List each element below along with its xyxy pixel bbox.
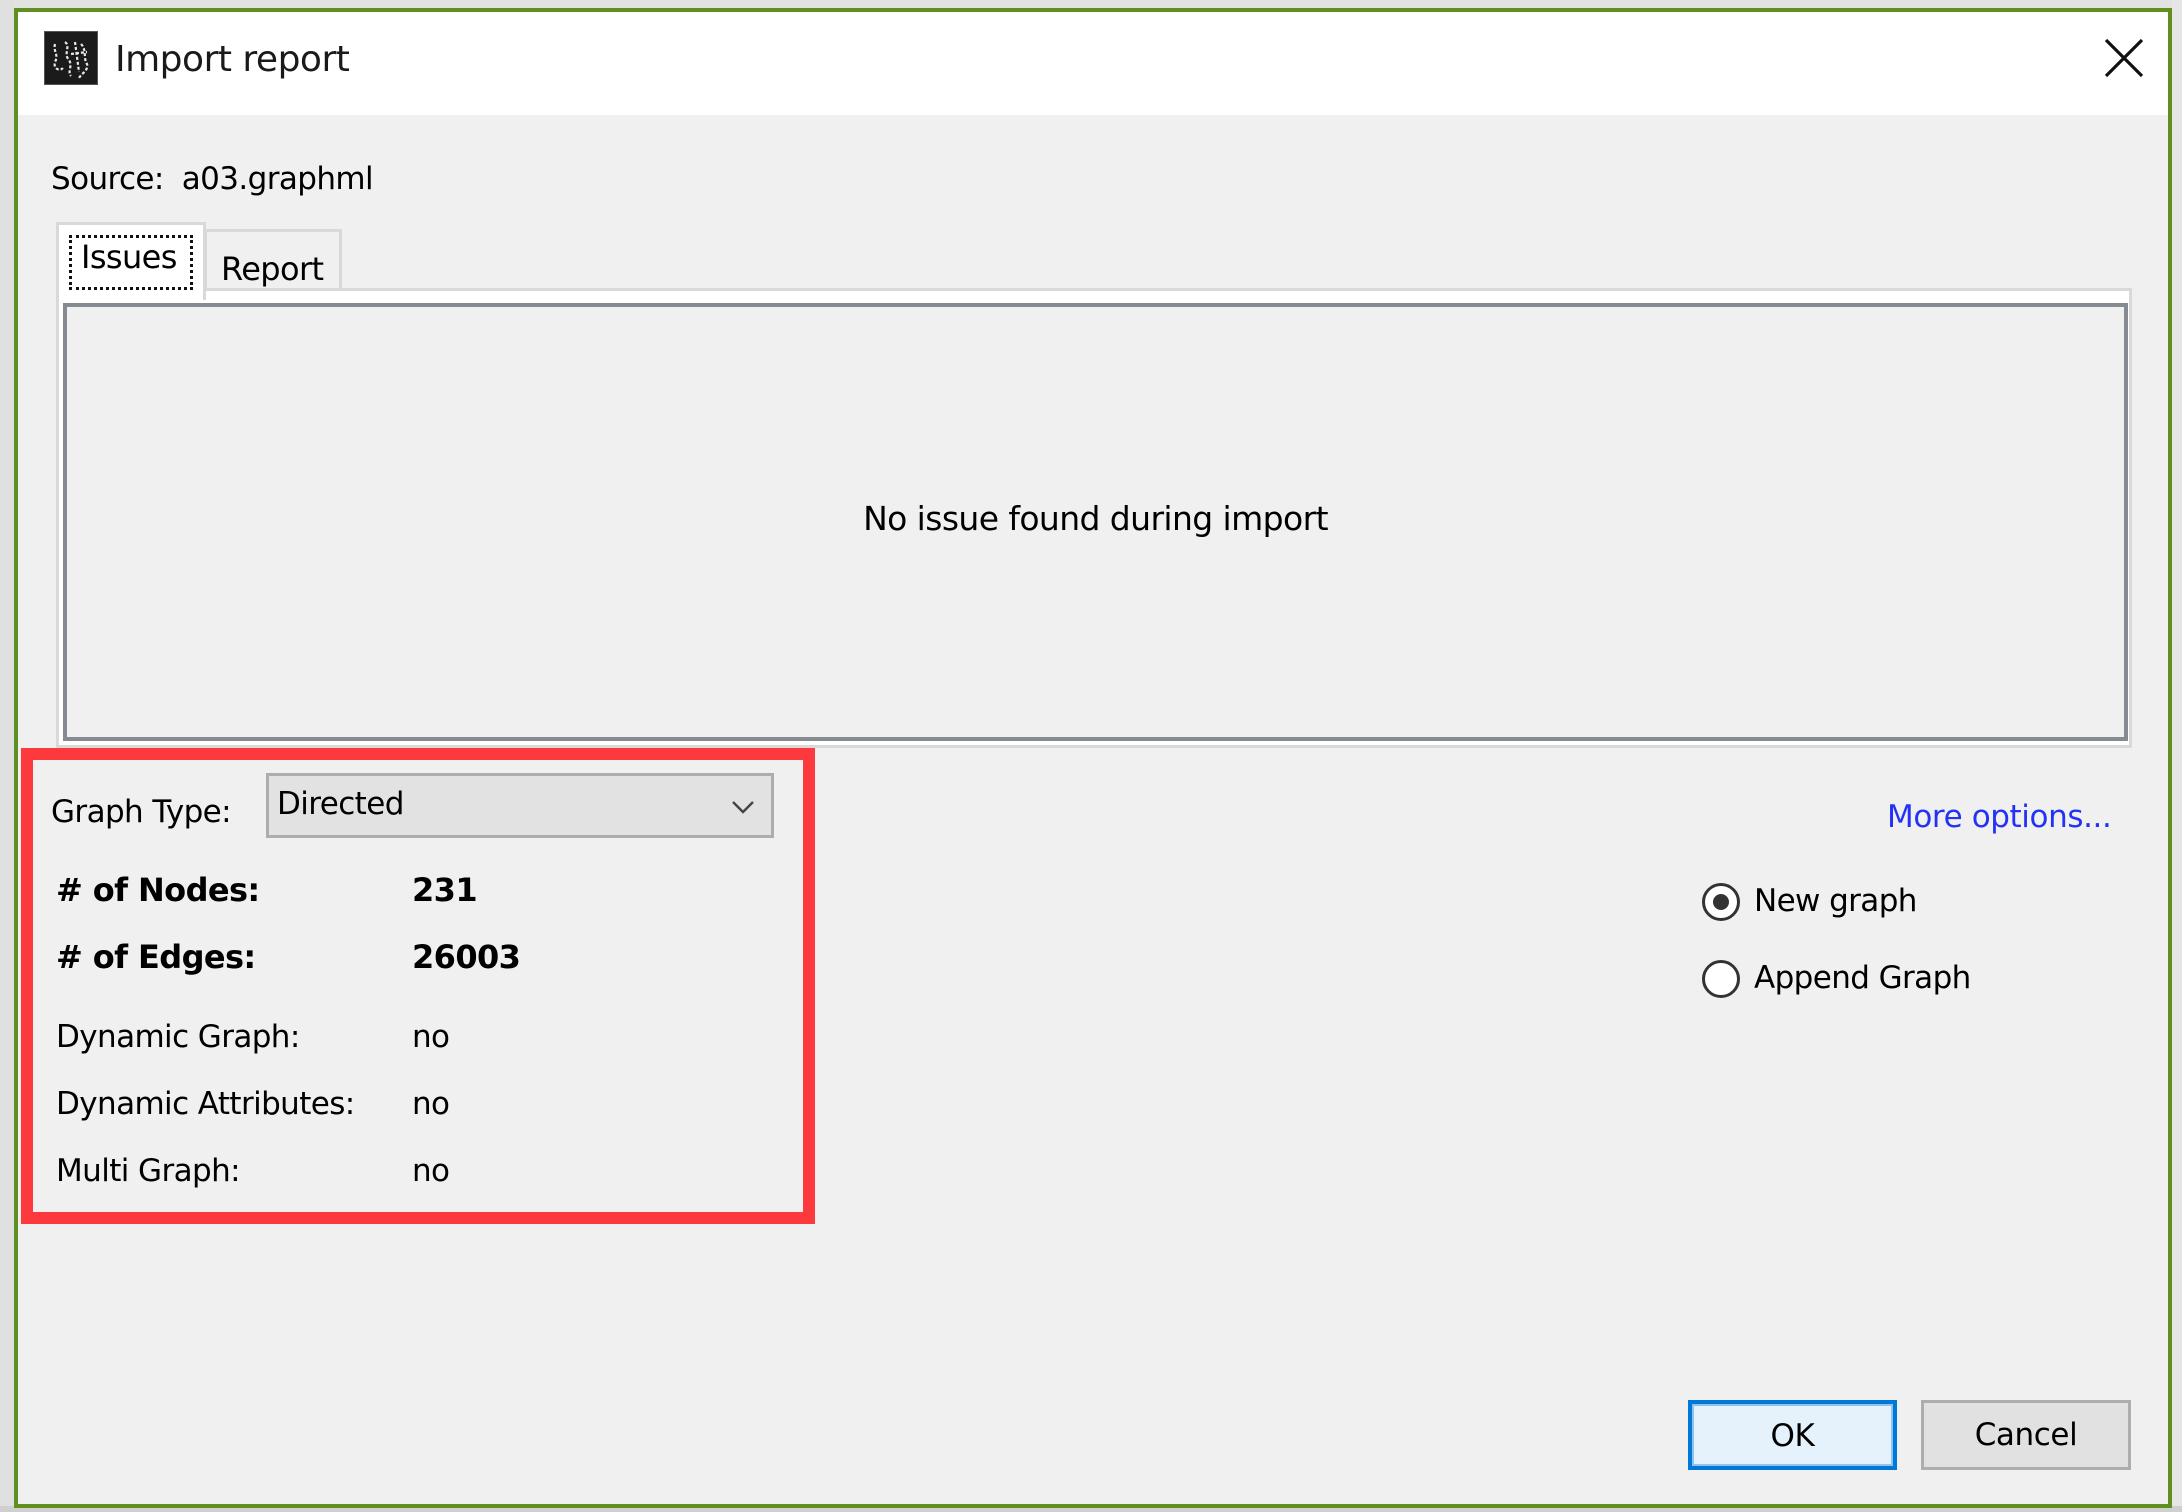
chevron-down-icon (729, 796, 757, 818)
import-report-dialog: Import report Source: a03.graphml Issues … (14, 8, 2172, 1508)
stat-value: no (412, 1019, 450, 1055)
title-bar: Import report (18, 12, 2168, 115)
graph-type-value: Directed (277, 786, 404, 822)
radio-selected-icon (1702, 883, 1740, 921)
no-issue-message: No issue found during import (863, 499, 1328, 538)
stat-label: Dynamic Graph: (56, 1019, 300, 1055)
source-label: Source: (51, 161, 164, 197)
issues-list: No issue found during import (63, 303, 2128, 741)
ok-button-label: OK (1770, 1418, 1815, 1454)
stat-value: no (412, 1086, 450, 1122)
stat-value: 231 (412, 871, 478, 909)
ok-button[interactable]: OK (1688, 1400, 1897, 1470)
tab-report-label: Report (221, 250, 324, 288)
background-window-left (0, 0, 14, 1512)
tab-issues-label: Issues (81, 238, 177, 276)
graph-type-select[interactable]: Directed (266, 773, 774, 838)
source-row: Source: a03.graphml (51, 159, 374, 199)
tab-issues[interactable]: Issues (56, 222, 206, 300)
gephi-logo-icon (44, 31, 98, 85)
stat-value: no (412, 1153, 450, 1189)
radio-label: New graph (1754, 883, 1917, 919)
stat-label: Dynamic Attributes: (56, 1086, 355, 1122)
source-filename: a03.graphml (181, 161, 374, 197)
more-options-link[interactable]: More options... (1887, 797, 2112, 837)
radio-unselected-icon (1702, 960, 1740, 998)
background-window-right (2172, 0, 2182, 1512)
radio-dot (1713, 894, 1729, 910)
cancel-button-label: Cancel (1974, 1417, 2078, 1453)
dialog-title: Import report (115, 39, 350, 80)
issues-tab-panel: No issue found during import (56, 288, 2132, 748)
close-button[interactable] (2102, 36, 2146, 80)
graph-type-label: Graph Type: (51, 794, 232, 830)
radio-label: Append Graph (1754, 960, 1971, 996)
stat-label: # of Nodes: (56, 871, 260, 909)
close-icon (2104, 38, 2144, 78)
stat-label: # of Edges: (56, 938, 256, 976)
stat-label: Multi Graph: (56, 1153, 241, 1189)
stat-value: 26003 (412, 938, 521, 976)
cancel-button[interactable]: Cancel (1921, 1400, 2131, 1470)
